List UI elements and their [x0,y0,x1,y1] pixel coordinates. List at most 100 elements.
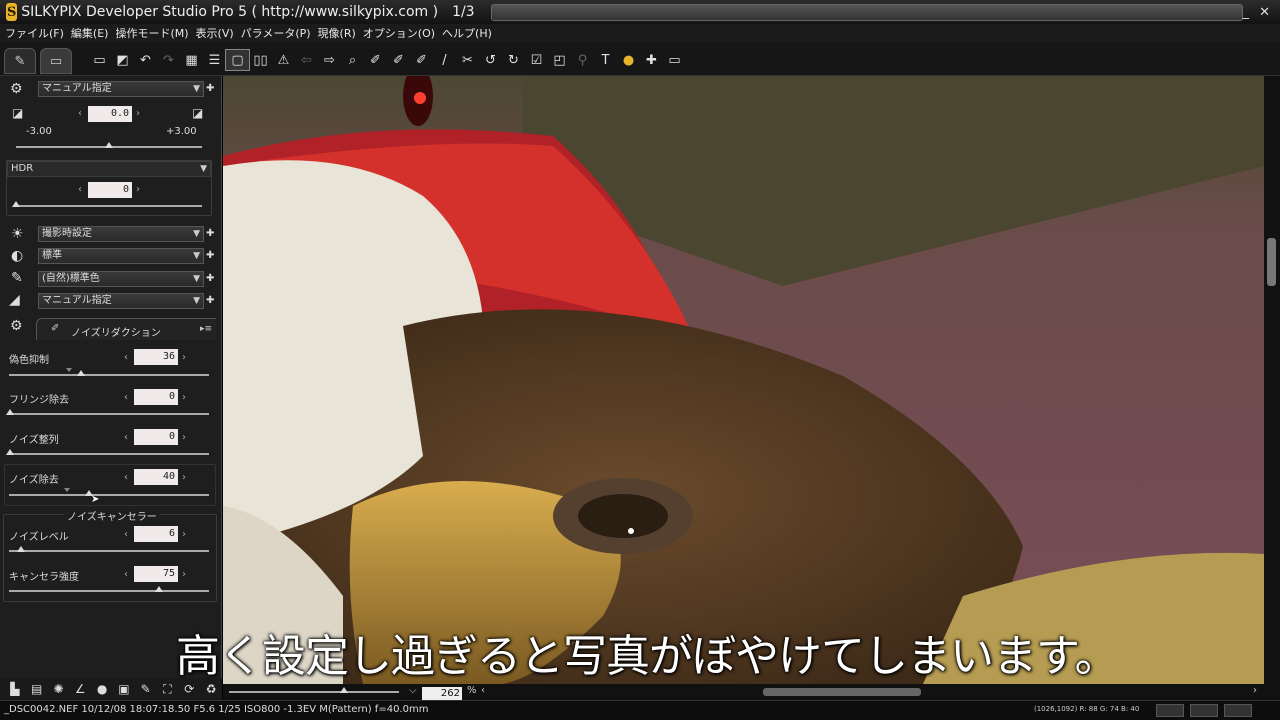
tab-noise-reduction[interactable]: ✐ ノイズリダクション ▸≡ [36,318,216,340]
zoom-value-field[interactable]: 262 [422,687,462,700]
horizontal-scroll-thumb[interactable] [763,688,921,696]
menu-develop[interactable]: 現像(R) [318,25,356,41]
eraser-icon[interactable]: ◩ [111,50,134,70]
sphere-icon[interactable]: ● [91,682,113,696]
noise-align-slider[interactable] [9,453,209,455]
undo-icon[interactable]: ↶ [134,50,157,70]
exposure-slider-thumb[interactable] [105,142,113,148]
exposure-decrement[interactable]: ‹ [78,108,82,119]
recycle-icon[interactable]: ♻ [200,682,222,696]
noise-removal-decrement[interactable]: ‹ [124,472,128,483]
menu-file[interactable]: ファイル(F) [5,25,64,41]
canceller-strength-slider-thumb[interactable] [155,586,163,592]
zoom-dropdown-icon[interactable]: ⌵ [409,685,417,696]
mark-icon[interactable]: ◰ [548,50,571,70]
canceller-strength-increment[interactable]: › [182,569,186,580]
false-color-decrement[interactable]: ‹ [124,352,128,363]
tone-select[interactable]: 標準 ▼ [38,248,204,264]
exposure-value-field[interactable]: 0.0 [88,106,132,122]
noise-align-increment[interactable]: › [182,432,186,443]
zoom-slider[interactable] [229,691,399,693]
noise-level-increment[interactable]: › [182,529,186,540]
menu-options[interactable]: オプション(O) [363,25,435,41]
menu-mode[interactable]: 操作モード(M) [115,25,188,41]
false-color-slider[interactable] [9,374,209,376]
back-arrow-icon[interactable]: ⇦ [295,50,318,70]
silkypix-mark-icon[interactable]: ● [617,50,640,70]
warning-icon[interactable]: ⚠ [272,50,295,70]
false-color-field[interactable]: 36 [134,349,178,365]
sharpness-select[interactable]: マニュアル指定 ▼ [38,293,204,309]
check-mark-icon[interactable]: ☑ [525,50,548,70]
close-button[interactable]: ✕ [1259,5,1270,20]
plugin-icon[interactable]: ✚ [640,50,663,70]
forward-arrow-icon[interactable]: ⇨ [318,50,341,70]
hdr-select[interactable]: HDR ▼ [7,161,211,177]
vertical-scroll-thumb[interactable] [1267,238,1276,286]
minimize-button[interactable]: _ [1243,5,1250,20]
text-tool-icon[interactable]: T [594,50,617,70]
gears-icon[interactable]: ⚙ [10,318,23,334]
menu-parameters[interactable]: パラメータ(P) [241,25,311,41]
rotate-right-icon[interactable]: ↻ [502,50,525,70]
highlight-icon[interactable]: ✺ [48,682,70,696]
false-color-increment[interactable]: › [182,352,186,363]
canceller-strength-decrement[interactable]: ‹ [124,569,128,580]
expand-plus-icon[interactable]: ✚ [206,250,214,261]
rotate-left-icon[interactable]: ↺ [479,50,502,70]
eyedropper-gray-icon[interactable]: ✐ [364,50,387,70]
vertical-scrollbar[interactable] [1264,76,1280,684]
noise-removal-increment[interactable]: › [182,472,186,483]
fringe-field[interactable]: 0 [134,389,178,405]
menu-icon[interactable]: ▸≡ [200,324,212,334]
single-view-icon[interactable]: ▢ [225,49,250,71]
histogram-icon[interactable]: ▙ [4,682,26,696]
expand-plus-icon[interactable]: ✚ [206,83,214,94]
hdr-slider[interactable] [16,205,202,207]
color-select[interactable]: (自然)標準色 ▼ [38,271,204,287]
canceller-strength-field[interactable]: 75 [134,566,178,582]
image-viewer[interactable] [223,76,1264,684]
hdr-increment[interactable]: › [136,184,140,195]
fringe-slider[interactable] [9,413,209,415]
brush-icon[interactable]: / [433,50,456,70]
comment-icon[interactable]: ▤ [26,682,48,696]
curve-icon[interactable]: ∠ [69,682,91,696]
expand-plus-icon[interactable]: ✚ [206,273,214,284]
hdr-decrement[interactable]: ‹ [78,184,82,195]
expand-plus-icon[interactable]: ✚ [206,295,214,306]
hdr-value-field[interactable]: 0 [88,182,132,198]
canceller-strength-slider[interactable] [9,590,209,592]
scroll-right-icon[interactable]: › [1253,685,1257,696]
monitor-icon[interactable]: ▭ [663,50,686,70]
noise-removal-slider[interactable] [9,494,209,496]
zoom-icon[interactable]: ⌕ [341,50,364,70]
fringe-slider-thumb[interactable] [6,409,14,415]
lens-icon[interactable]: ▣ [113,682,135,696]
exposure-increment[interactable]: › [136,108,140,119]
eyedropper-skin-icon[interactable]: ✐ [410,50,433,70]
exposure-preset-select[interactable]: マニュアル指定 ▼ [38,81,204,97]
rotate-icon[interactable]: ⟳ [178,682,200,696]
menu-help[interactable]: ヘルプ(H) [442,25,492,41]
zoom-slider-thumb[interactable] [340,687,348,693]
gear-icon[interactable]: ⚙ [10,81,23,97]
false-color-slider-thumb[interactable] [77,370,85,376]
noise-align-decrement[interactable]: ‹ [124,432,128,443]
noise-level-decrement[interactable]: ‹ [124,529,128,540]
fringe-decrement[interactable]: ‹ [124,392,128,403]
noise-align-slider-thumb[interactable] [6,449,14,455]
noise-removal-field[interactable]: 40 [134,469,178,485]
noise-level-slider[interactable] [9,550,209,552]
compare-view-icon[interactable]: ▯▯ [249,50,272,70]
pen-icon[interactable]: ✎ [135,682,157,696]
noise-align-field[interactable]: 0 [134,429,178,445]
exposure-auto-icon[interactable]: ◪ [192,106,203,120]
fringe-increment[interactable]: › [182,392,186,403]
tab-develop[interactable]: ✎ [4,48,36,74]
white-balance-select[interactable]: 撮影時設定 ▼ [38,226,204,242]
redo-icon[interactable]: ↷ [157,50,180,70]
eyedropper-white-icon[interactable]: ✐ [387,50,410,70]
list-view-icon[interactable]: ☰ [203,50,226,70]
hdr-slider-thumb[interactable] [12,201,20,207]
